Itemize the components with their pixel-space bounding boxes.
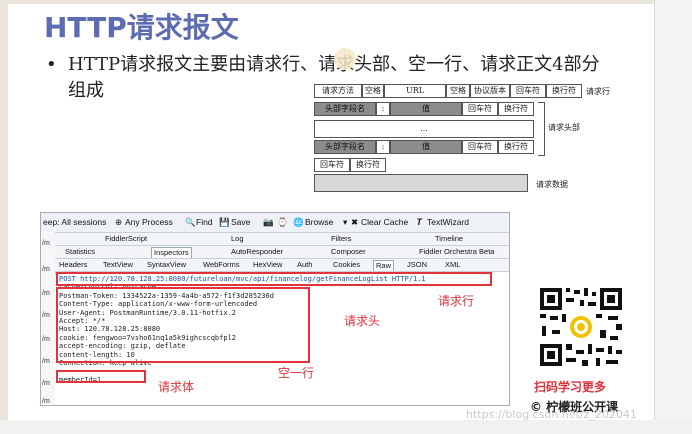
request-line-highlight [56,272,492,286]
request-body-highlight [56,370,146,383]
watermark: https://blog.csdn.net/z_202041 [466,408,637,421]
save-button[interactable]: Save [231,217,250,227]
diag-url: URL [384,84,446,98]
session-mark[interactable]: /m [42,380,50,387]
find-icon[interactable]: 🔍 [185,217,196,228]
diag-header-brace [538,102,545,156]
request-header-annotation: 请求头 [344,314,381,328]
http-request-diagram: 请求方法 空格 URL 空格 协议版本 回车符 换行符 请求行 头部字段名 : … [314,84,654,194]
diag-body-box [314,174,528,192]
diag-value: 值 [390,140,462,154]
tab-cookies[interactable]: Cookies [333,260,360,270]
bullet-dot: • [46,54,57,75]
tab-raw[interactable]: Raw [373,260,395,271]
tab-log[interactable]: Log [231,234,244,244]
crosshair-icon[interactable]: ⊕ [115,217,122,228]
tab-timeline[interactable]: Timeline [435,234,463,244]
diag-cr: 回车符 [510,84,546,98]
dropdown-icon[interactable]: ▾ [343,217,347,228]
session-mark[interactable]: /m [42,336,50,343]
blank-line-annotation: 空一行 [278,366,315,380]
bottom-band [0,420,692,434]
slide: HTTP请求报文 • HTTP请求报文主要由请求行、请求头部、空一行、请求正文4… [0,0,692,434]
diag-body-label: 请求数据 [536,180,568,189]
diag-request-line-label: 请求行 [586,87,610,96]
diag-header-label: 请求头部 [548,123,580,132]
tab-textview[interactable]: TextView [103,260,133,270]
qr-caption: 扫码学习更多 [534,380,607,394]
diag-header-field: 头部字段名 [314,102,376,116]
diag-header-field: 头部字段名 [314,140,376,154]
tab-autoresponder[interactable]: AutoResponder [231,247,283,257]
find-button[interactable]: Find [196,217,213,227]
diag-value: 值 [390,102,462,116]
request-line-annotation: 请求行 [438,294,475,308]
tab-json[interactable]: JSON [407,260,427,270]
top-bar [0,0,692,4]
diag-version: 协议版本 [470,84,510,98]
pointer-highlight [334,48,356,70]
qr-code-image [536,284,626,370]
tab-row-1: FiddlerScript Log Filters Timeline [55,233,509,246]
diag-lf: 换行符 [546,84,582,98]
session-mark[interactable]: /m [42,240,50,247]
diag-lf: 换行符 [350,158,386,172]
textwizard-icon[interactable]: 𝑻 [417,217,422,228]
textwizard-button[interactable]: TextWizard [427,217,469,227]
session-mark[interactable]: /m [42,398,50,405]
slide-title: HTTP请求报文 [44,11,239,44]
tab-syntaxview[interactable]: SyntaxView [147,260,186,270]
timer-icon[interactable]: ⌚ [277,217,288,228]
tab-filters[interactable]: Filters [331,234,351,244]
clear-cache-icon[interactable]: ✖ [351,217,358,228]
request-header-highlight [56,287,310,363]
right-strip [654,0,692,434]
diag-colon: : [376,102,390,116]
tab-composer[interactable]: Composer [331,247,366,257]
session-mark[interactable]: /m [42,312,50,319]
any-process-button[interactable]: Any Process [125,217,173,227]
diag-space: 空格 [362,84,384,98]
tab-headers[interactable]: Headers [59,260,87,270]
save-icon[interactable]: 💾 [219,217,230,228]
diag-colon: : [376,140,390,154]
session-list-edge: /m /m /m /m /m /m /m /m [41,232,56,405]
diag-ellipsis: ... [314,120,534,138]
session-mark[interactable]: /m [42,266,50,273]
diag-cr: 回车符 [462,102,498,116]
request-body-annotation: 请求体 [158,380,195,394]
tab-webforms[interactable]: WebForms [203,260,240,270]
tab-hexview[interactable]: HexView [253,260,282,270]
sessions-filter[interactable]: eep: All sessions [43,217,106,227]
tab-fiddler-orchestra[interactable]: Fiddler Orchestra Beta [419,247,494,257]
tab-inspectors[interactable]: Inspectors [151,247,192,258]
diag-cr: 回车符 [314,158,350,172]
tab-statistics[interactable]: Statistics [65,247,95,257]
browse-button[interactable]: Browse [305,217,333,227]
diag-cr: 回车符 [462,140,498,154]
tab-auth[interactable]: Auth [297,260,312,270]
globe-icon[interactable]: 🌐 [293,217,304,228]
session-mark[interactable]: /m [42,290,50,297]
fiddler-toolbar: eep: All sessions ⊕ Any Process 🔍 Find 💾… [41,213,509,233]
left-strip [0,0,8,434]
diag-space: 空格 [446,84,470,98]
tab-xml[interactable]: XML [445,260,460,270]
diag-lf: 换行符 [498,102,534,116]
tab-row-3: Headers TextView SyntaxView WebForms Hex… [55,259,509,272]
diag-method: 请求方法 [314,84,362,98]
camera-icon[interactable]: 📷 [263,217,274,228]
clear-cache-button[interactable]: Clear Cache [361,217,408,227]
tab-fiddlerscript[interactable]: FiddlerScript [105,234,147,244]
session-mark[interactable]: /m [42,358,50,365]
tab-row-2: Statistics Inspectors AutoResponder Comp… [55,246,509,259]
diag-lf: 换行符 [498,140,534,154]
